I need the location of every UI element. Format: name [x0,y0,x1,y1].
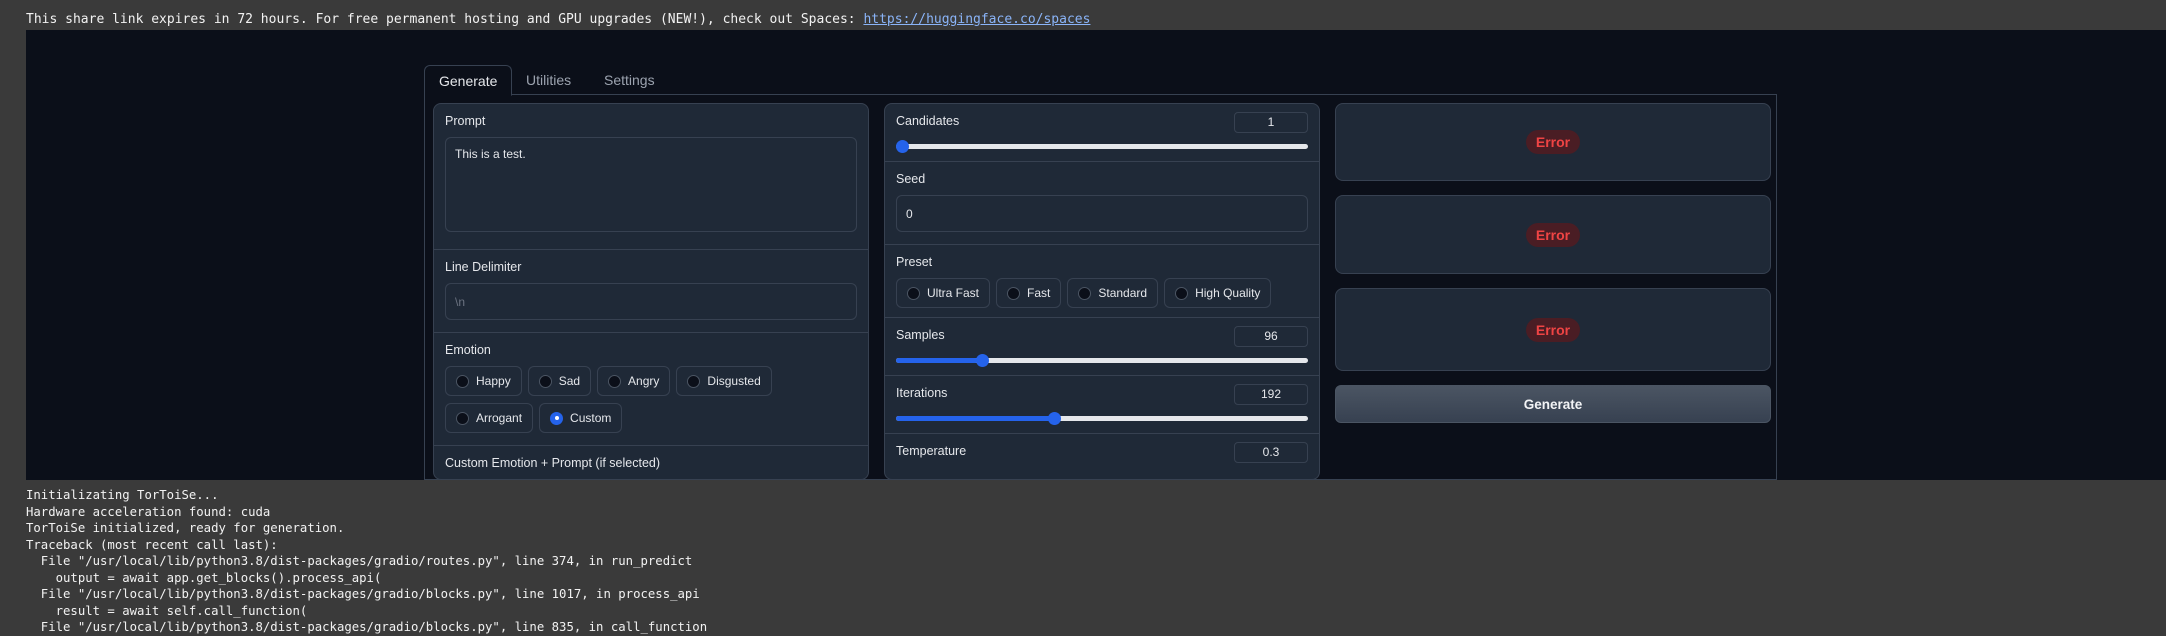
settings-column: Candidates 1 Seed Preset Ultra Fast [884,103,1320,480]
option-label: High Quality [1195,286,1261,300]
option-label: Sad [558,374,581,388]
samples-block: Samples 96 [885,318,1319,376]
radio-circle-icon [456,374,469,388]
emotion-option-custom[interactable]: Custom [539,403,623,433]
temperature-block: Temperature 0.3 [885,434,1319,479]
option-label: Arrogant [476,411,523,425]
preset-block: Preset Ultra Fast Fast Standard High Qua… [885,245,1319,318]
output-audio-2: Error [1335,195,1771,274]
iterations-block: Iterations 192 [885,376,1319,434]
console-line: File "/usr/local/lib/python3.8/dist-pack… [26,554,693,568]
seed-label: Seed [896,172,926,186]
app-frame: Generate Utilities Settings Prompt This … [26,30,2166,480]
seed-input[interactable] [896,195,1308,232]
tab-generate[interactable]: Generate [424,65,513,96]
console-line: Traceback (most recent call last): [26,537,278,552]
prompt-block: Prompt This is a test. [434,104,868,250]
samples-slider[interactable] [896,351,1308,369]
option-label: Custom [570,411,612,425]
slider-fill [896,358,979,363]
preset-radio-group: Ultra Fast Fast Standard High Quality [896,278,1308,308]
custom-emotion-block: Custom Emotion + Prompt (if selected) [434,446,868,480]
input-column: Prompt This is a test. Line Delimiter Em… [433,103,869,480]
preset-option-standard[interactable]: Standard [1067,278,1159,308]
slider-track [896,144,1308,149]
delimiter-input[interactable] [445,283,857,320]
emotion-option-sad[interactable]: Sad [527,366,592,396]
option-label: Happy [476,374,511,388]
preset-label: Preset [896,255,933,269]
output-column: Error Error Error Generate [1335,103,1771,423]
radio-checked-icon [550,411,564,425]
temperature-number-input[interactable]: 0.3 [1234,442,1308,463]
radio-circle-icon [1078,286,1092,300]
slider-thumb[interactable] [976,354,989,367]
iterations-number-input[interactable]: 192 [1234,384,1308,405]
notice-text: This share link expires in 72 hours. For… [26,12,864,27]
console-log: Initializating TorToiSe... Hardware accel… [26,487,2156,636]
console-line: File "/usr/local/lib/python3.8/dist-pack… [26,620,708,634]
console-line: File "/usr/local/lib/python3.8/dist-pack… [26,587,700,601]
tab-utilities[interactable]: Utilities [512,65,585,96]
spaces-link[interactable]: https://huggingface.co/spaces [863,12,1090,27]
generate-button[interactable]: Generate [1335,385,1771,423]
share-link-notice: This share link expires in 72 hours. For… [26,12,1090,27]
slider-thumb[interactable] [1048,412,1061,425]
slider-fill [896,416,1053,421]
radio-circle-icon [456,411,469,425]
error-badge: Error [1525,222,1581,247]
candidates-block: Candidates 1 [885,104,1319,162]
seed-block: Seed [885,162,1319,245]
console-line: output = await app.get_blocks().process_… [26,570,382,585]
custom-emotion-input[interactable] [445,479,857,480]
radio-circle-icon [1175,286,1189,300]
output-audio-3: Error [1335,288,1771,371]
radio-circle-icon [907,286,920,300]
option-label: Ultra Fast [927,286,980,300]
radio-circle-icon [1007,286,1021,300]
console-line: Hardware acceleration found: cuda [26,504,271,519]
gradio-app: Generate Utilities Settings Prompt This … [424,65,1777,480]
emotion-radio-group: Happy Sad Angry Disgusted Arrogant Custo… [445,366,785,433]
option-label: Disgusted [707,374,761,388]
prompt-input[interactable]: This is a test. [445,137,857,232]
tab-settings[interactable]: Settings [590,65,669,96]
prompt-label: Prompt [445,114,486,128]
candidates-number-input[interactable]: 1 [1234,112,1308,133]
emotion-option-disgusted[interactable]: Disgusted [676,366,772,396]
error-badge: Error [1525,130,1581,154]
output-audio-1: Error [1335,103,1771,181]
console-line: TorToiSe initialized, ready for generati… [26,521,345,535]
delimiter-label: Line Delimiter [445,260,522,274]
error-badge: Error [1525,317,1581,342]
option-label: Standard [1098,286,1148,300]
emotion-option-angry[interactable]: Angry [597,366,671,396]
tab-bar: Generate Utilities Settings [424,65,1777,96]
radio-circle-icon [608,374,622,388]
candidates-slider[interactable] [896,137,1308,155]
console-line: Initializating TorToiSe... [26,488,219,502]
iterations-slider[interactable] [896,409,1308,427]
emotion-label: Emotion [445,343,491,357]
slider-thumb[interactable] [896,140,909,153]
preset-option-ultra-fast[interactable]: Ultra Fast [896,278,991,308]
radio-circle-icon [538,374,552,388]
custom-emotion-label: Custom Emotion + Prompt (if selected) [445,456,661,470]
delimiter-block: Line Delimiter [434,250,868,333]
samples-number-input[interactable]: 96 [1234,326,1308,347]
console-line: result = await self.call_function( [26,603,308,618]
emotion-option-arrogant[interactable]: Arrogant [445,403,534,433]
preset-option-high-quality[interactable]: High Quality [1164,278,1272,308]
option-label: Angry [628,374,660,388]
option-label: Fast [1027,286,1051,300]
emotion-block: Emotion Happy Sad Angry Disgusted Arroga… [434,333,868,446]
radio-circle-icon [687,374,701,388]
emotion-option-happy[interactable]: Happy [445,366,522,396]
preset-option-fast[interactable]: Fast [996,278,1062,308]
generate-panel: Prompt This is a test. Line Delimiter Em… [424,95,1777,480]
